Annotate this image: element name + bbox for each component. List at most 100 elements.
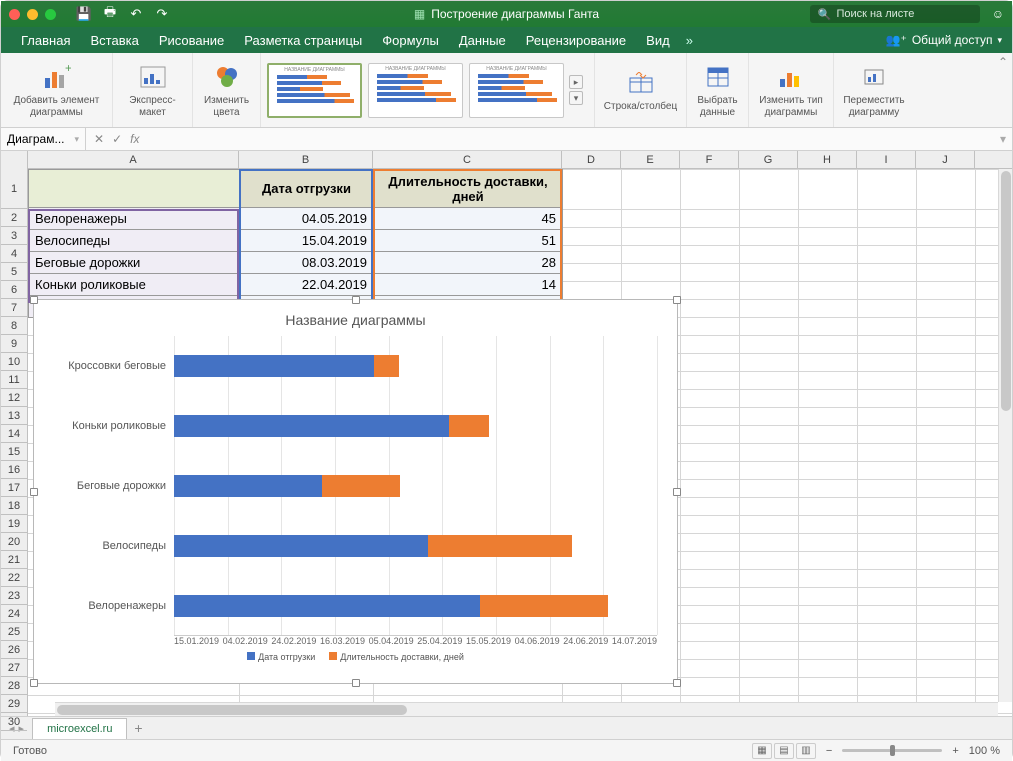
row-header-19[interactable]: 19 [1, 515, 27, 533]
horizontal-scrollbar[interactable] [55, 702, 998, 716]
change-colors-button[interactable]: Изменить цвета [193, 53, 261, 127]
row-header-6[interactable]: 6 [1, 281, 27, 299]
col-header-b[interactable]: B [239, 151, 373, 168]
col-header-e[interactable]: E [621, 151, 680, 168]
gallery-expand-icon[interactable]: ▾ [569, 91, 583, 105]
tab-layout[interactable]: Разметка страницы [234, 27, 372, 53]
vertical-scrollbar[interactable] [998, 169, 1012, 702]
row-header-25[interactable]: 25 [1, 623, 27, 641]
gallery-next-icon[interactable]: ▸ [569, 75, 583, 89]
chart-handle-s[interactable] [352, 679, 360, 687]
cell-c5[interactable]: 14 [374, 274, 563, 296]
row-header-9[interactable]: 9 [1, 335, 27, 353]
cell-c3[interactable]: 51 [374, 230, 563, 252]
cell-b2[interactable]: 04.05.2019 [240, 208, 374, 230]
view-page-layout-icon[interactable]: ▤ [774, 743, 794, 759]
row-header-24[interactable]: 24 [1, 605, 27, 623]
add-sheet-button[interactable]: + [127, 717, 149, 739]
row-header-2[interactable]: 2 [1, 209, 27, 227]
col-header-j[interactable]: J [916, 151, 975, 168]
tab-review[interactable]: Рецензирование [516, 27, 636, 53]
redo-icon[interactable]: ↷ [154, 6, 170, 22]
col-header-c[interactable]: C [373, 151, 562, 168]
tab-data[interactable]: Данные [449, 27, 516, 53]
chart-handle-e[interactable] [673, 488, 681, 496]
row-header-5[interactable]: 5 [1, 263, 27, 281]
tab-home[interactable]: Главная [11, 27, 80, 53]
cell-b3[interactable]: 15.04.2019 [240, 230, 374, 252]
chart-bar[interactable] [174, 415, 489, 437]
user-smiley-icon[interactable]: ☺ [992, 7, 1004, 21]
row-header-8[interactable]: 8 [1, 317, 27, 335]
fx-icon[interactable]: fx [130, 132, 139, 146]
quick-layout-button[interactable]: Экспресс-макет [113, 53, 193, 127]
chart-bar[interactable] [174, 595, 608, 617]
cell-c2[interactable]: 45 [374, 208, 563, 230]
col-header-f[interactable]: F [680, 151, 739, 168]
chart-handle-ne[interactable] [673, 296, 681, 304]
row-header-18[interactable]: 18 [1, 497, 27, 515]
cell-a5[interactable]: Коньки роликовые [29, 274, 240, 296]
switch-row-column-button[interactable]: Строка/столбец [595, 53, 687, 127]
cell-a4[interactable]: Беговые дорожки [29, 252, 240, 274]
chart-handle-se[interactable] [673, 679, 681, 687]
chart-style-1[interactable]: НАЗВАНИЕ ДИАГРАММЫ [267, 63, 362, 118]
chart-handle-sw[interactable] [30, 679, 38, 687]
chart-legend[interactable]: Дата отгрузки Длительность доставки, дне… [34, 646, 677, 662]
col-header-d[interactable]: D [562, 151, 621, 168]
row-header-30[interactable]: 30 [1, 713, 27, 731]
col-header-i[interactable]: I [857, 151, 916, 168]
row-header-4[interactable]: 4 [1, 245, 27, 263]
view-page-break-icon[interactable]: ▥ [796, 743, 816, 759]
chart-object[interactable]: Название диаграммы Кроссовки беговыеКонь… [33, 299, 678, 684]
row-header-15[interactable]: 15 [1, 443, 27, 461]
row-header-7[interactable]: 7 [1, 299, 27, 317]
maximize-window-button[interactable] [45, 9, 56, 20]
row-header-3[interactable]: 3 [1, 227, 27, 245]
chart-bar[interactable] [174, 475, 400, 497]
chart-plot-area[interactable] [174, 336, 657, 636]
ribbon-collapse-icon[interactable]: ⌃ [998, 55, 1008, 69]
row-header-10[interactable]: 10 [1, 353, 27, 371]
row-header-23[interactable]: 23 [1, 587, 27, 605]
cell-b4[interactable]: 08.03.2019 [240, 252, 374, 274]
cancel-formula-icon[interactable]: ✕ [94, 132, 104, 146]
zoom-slider[interactable] [842, 749, 942, 752]
formula-expand-icon[interactable]: ▾ [994, 132, 1012, 146]
search-input[interactable]: 🔍 Поиск на листе [810, 5, 980, 23]
chart-title[interactable]: Название диаграммы [34, 300, 677, 336]
tab-formulas[interactable]: Формулы [372, 27, 449, 53]
col-header-g[interactable]: G [739, 151, 798, 168]
row-header-16[interactable]: 16 [1, 461, 27, 479]
row-header-20[interactable]: 20 [1, 533, 27, 551]
add-chart-element-button[interactable]: + Добавить элемент диаграммы [1, 53, 113, 127]
row-header-11[interactable]: 11 [1, 371, 27, 389]
change-chart-type-button[interactable]: Изменить тип диаграммы [749, 53, 834, 127]
move-chart-button[interactable]: Переместить диаграмму [834, 53, 914, 127]
cell-a2[interactable]: Велоренажеры [29, 208, 240, 230]
row-header-29[interactable]: 29 [1, 695, 27, 713]
chart-bar[interactable] [174, 535, 572, 557]
chart-handle-w[interactable] [30, 488, 38, 496]
name-box[interactable]: Диаграм...▾ [1, 128, 86, 150]
save-icon[interactable]: 💾 [76, 6, 92, 22]
cell-a3[interactable]: Велосипеды [29, 230, 240, 252]
zoom-in-button[interactable]: + [952, 745, 958, 757]
zoom-out-button[interactable]: − [826, 745, 832, 757]
undo-icon[interactable]: ↶ [128, 6, 144, 22]
close-window-button[interactable] [9, 9, 20, 20]
chart-handle-n[interactable] [352, 296, 360, 304]
row-header-27[interactable]: 27 [1, 659, 27, 677]
col-header-a[interactable]: A [28, 151, 239, 168]
row-header-13[interactable]: 13 [1, 407, 27, 425]
row-header-17[interactable]: 17 [1, 479, 27, 497]
chart-style-2[interactable]: НАЗВАНИЕ ДИАГРАММЫ [368, 63, 463, 118]
minimize-window-button[interactable] [27, 9, 38, 20]
data-table[interactable]: Дата отгрузки Длительность доставки, дне… [28, 169, 563, 318]
row-header-28[interactable]: 28 [1, 677, 27, 695]
sheet-tab-active[interactable]: microexcel.ru [32, 718, 127, 739]
select-data-button[interactable]: Выбрать данные [687, 53, 749, 127]
row-header-22[interactable]: 22 [1, 569, 27, 587]
row-header-21[interactable]: 21 [1, 551, 27, 569]
tab-view[interactable]: Вид [636, 27, 680, 53]
